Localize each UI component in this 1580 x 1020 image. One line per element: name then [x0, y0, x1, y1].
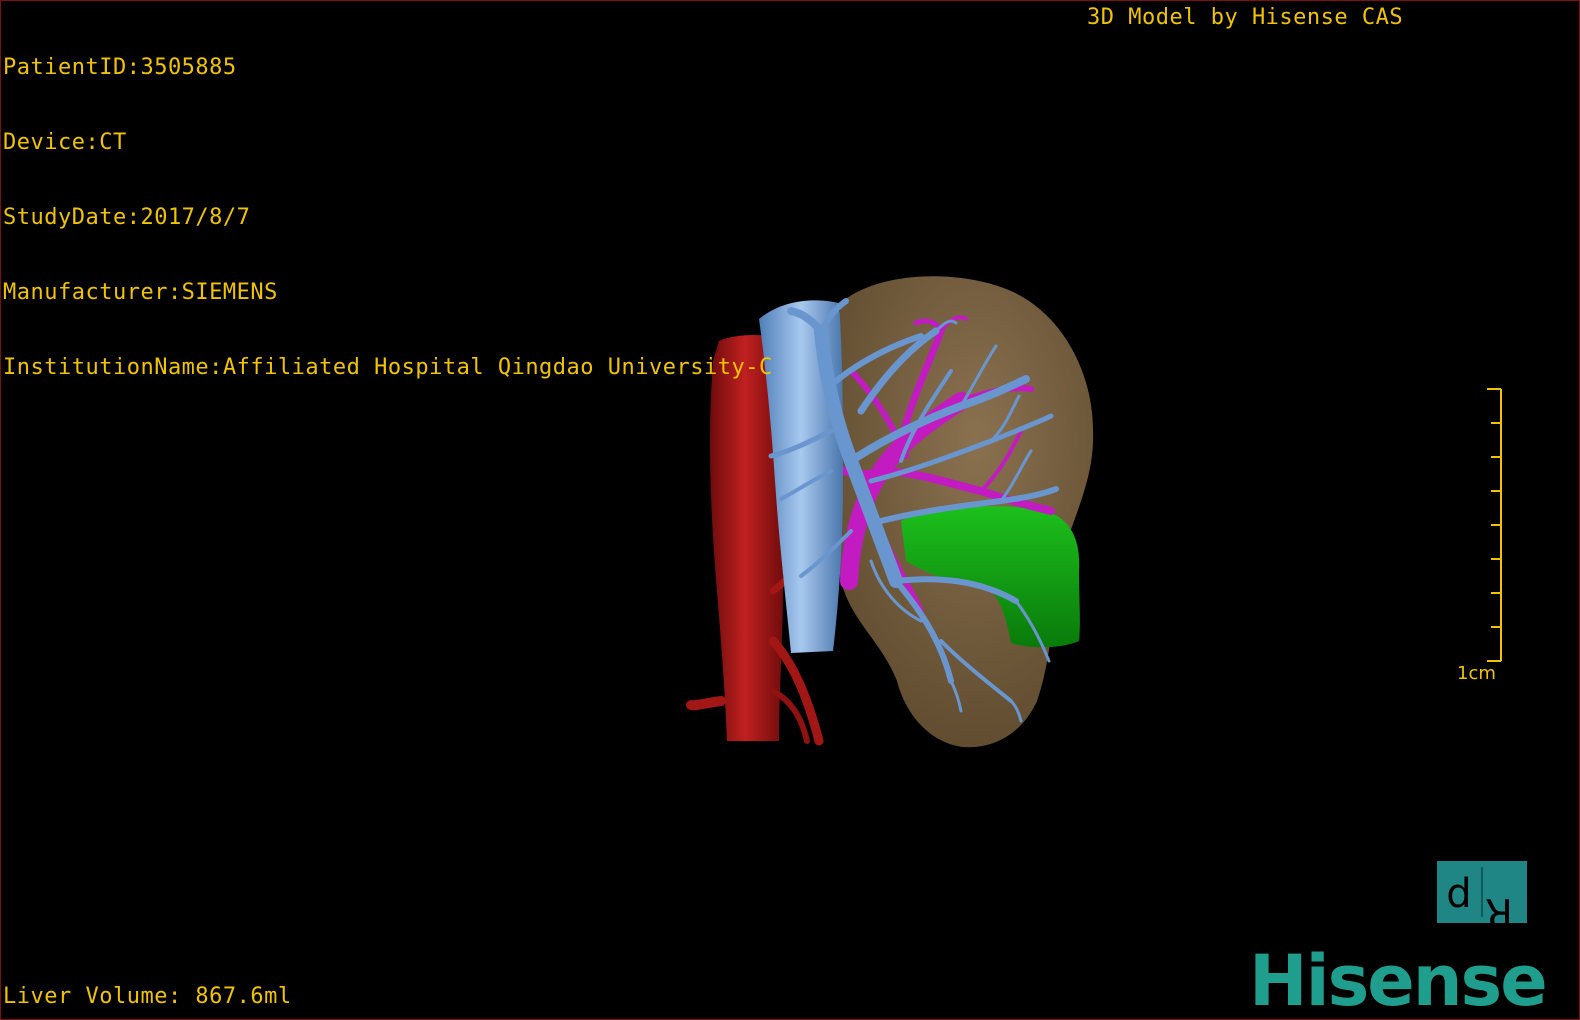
- device-text: Device:CT: [3, 130, 127, 155]
- liver-volume-text: Liver Volume: 867.6ml: [3, 984, 292, 1009]
- patient-id-text: PatientID:3505885: [3, 55, 237, 80]
- scale-bar: [1487, 388, 1502, 662]
- study-date-text: StudyDate:2017/8/7: [3, 205, 251, 230]
- 3d-viewport[interactable]: PatientID:3505885 Device:CT StudyDate:20…: [0, 0, 1580, 1020]
- model-credit-text: 3D Model by Hisense CAS: [1087, 5, 1404, 30]
- orientation-glyph-right: R: [1485, 889, 1513, 923]
- hisense-logo: Hisense: [1249, 940, 1548, 1020]
- manufacturer-text: Manufacturer:SIEMENS: [3, 280, 278, 305]
- institution-text: InstitutionName:Affiliated Hospital Qing…: [3, 355, 773, 380]
- orientation-cube[interactable]: d R: [1437, 861, 1527, 923]
- scale-label: 1cm: [1457, 663, 1496, 684]
- orientation-glyph-left: d: [1446, 871, 1471, 917]
- dicom-info-overlay: PatientID:3505885 Device:CT StudyDate:20…: [3, 5, 773, 430]
